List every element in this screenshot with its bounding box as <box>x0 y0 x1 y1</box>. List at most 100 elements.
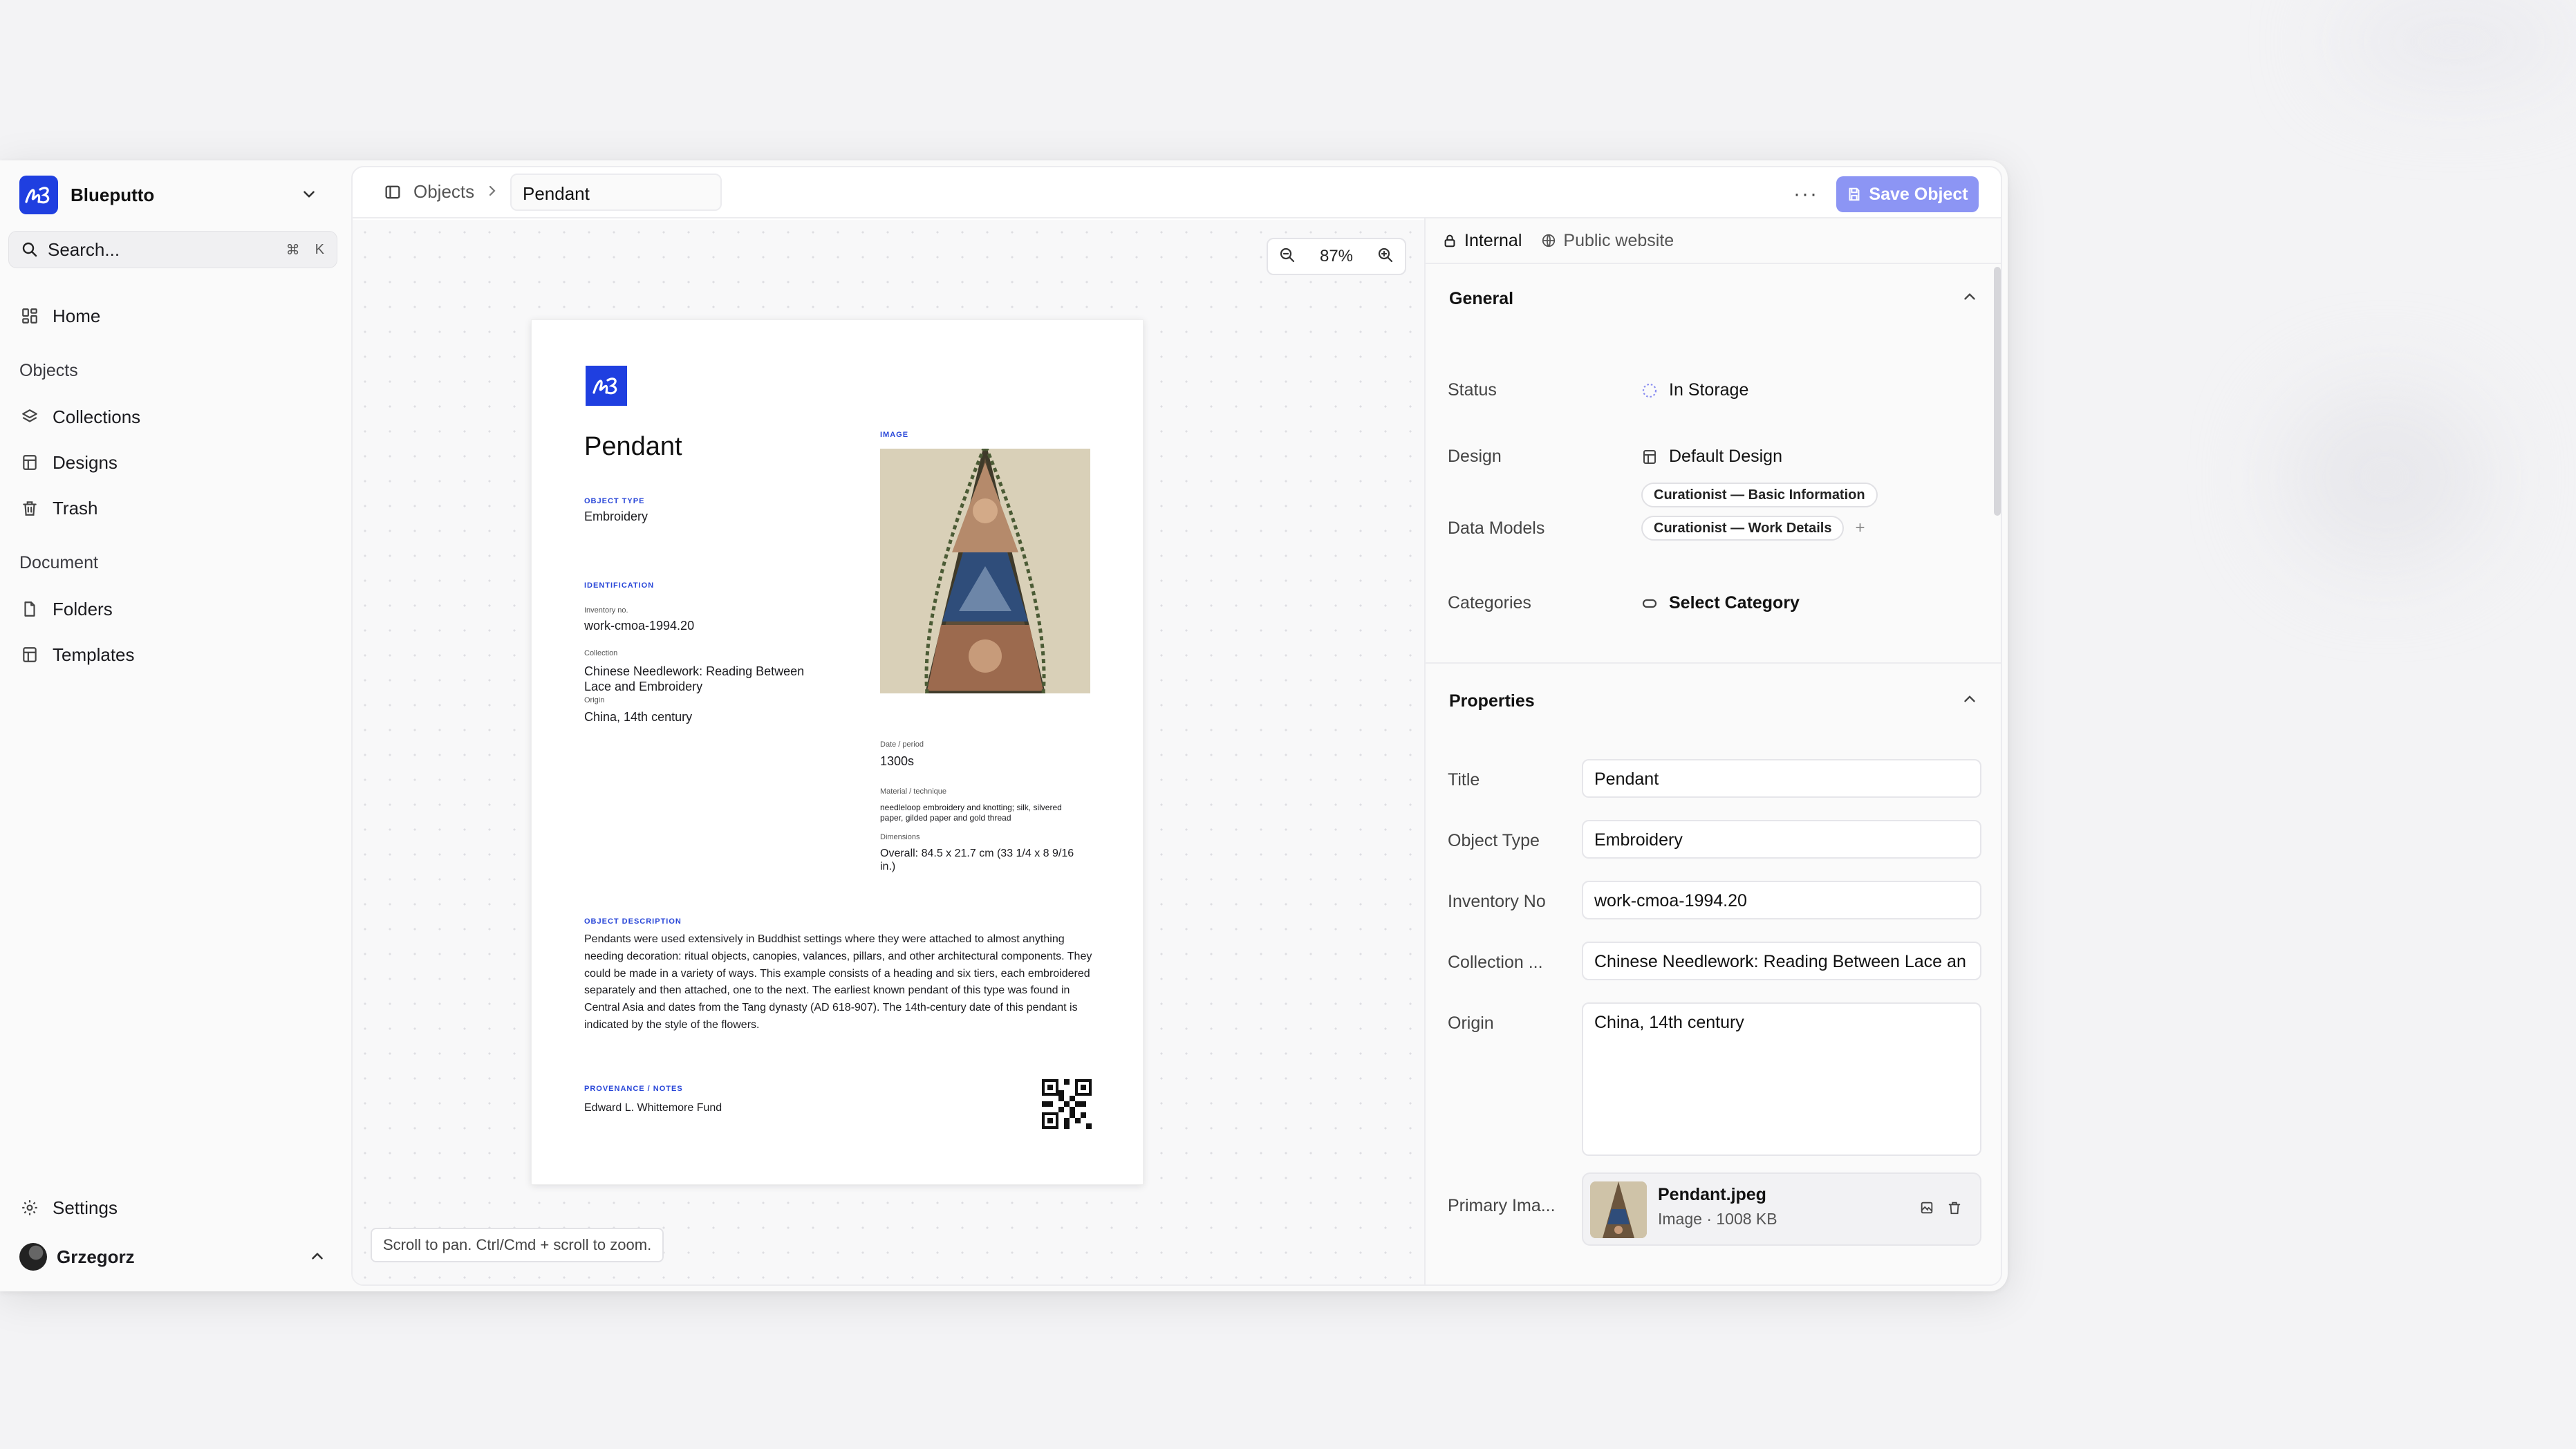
label-material: Material / technique <box>880 787 946 796</box>
collapse-general-icon[interactable] <box>1961 288 1979 309</box>
collapse-properties-icon[interactable] <box>1961 690 1979 711</box>
section-heading-objects: Objects <box>19 361 78 380</box>
categories-label: Categories <box>1448 593 1531 613</box>
kicker-identification: IDENTIFICATION <box>584 581 655 590</box>
zoom-in-icon[interactable] <box>1377 247 1394 267</box>
user-name: Grzegorz <box>57 1246 135 1267</box>
file-icon <box>19 599 40 619</box>
top-bar: Objects Pendant ··· Save Object <box>353 167 2001 218</box>
design-canvas[interactable]: 87% Pendant OBJECT TYPE Embroidery IDENT… <box>353 220 1424 1284</box>
section-properties-title: Properties <box>1449 691 1535 711</box>
inventory-label: Inventory No <box>1448 892 1546 911</box>
label-collection: Collection <box>584 649 618 657</box>
search-icon <box>22 242 37 257</box>
select-category-button[interactable]: Select Category <box>1641 593 1800 613</box>
data-model-chip[interactable]: Curationist — Basic Information <box>1641 483 1878 507</box>
data-model-row: Curationist — Work Details + <box>1641 516 1865 541</box>
primary-image-card[interactable]: Pendant.jpeg Image · 1008 KB <box>1582 1172 1981 1246</box>
sidebar-item-home[interactable]: Home <box>19 297 337 335</box>
shortcut-modifier: ⌘ <box>286 242 300 258</box>
origin-label: Origin <box>1448 1013 1494 1033</box>
user-menu[interactable]: Grzegorz <box>19 1236 335 1278</box>
collection-label: Collection ... <box>1448 953 1543 972</box>
tab-internal[interactable]: Internal <box>1442 231 1522 251</box>
document-page[interactable]: Pendant OBJECT TYPE Embroidery IDENTIFIC… <box>531 319 1144 1185</box>
globe-icon <box>1542 234 1556 247</box>
label-inventory: Inventory no. <box>584 606 628 615</box>
collection-input[interactable]: Chinese Needlework: Reading Between Lace… <box>1582 942 1981 980</box>
chevron-right-icon <box>484 183 501 203</box>
search-input[interactable]: Search... ⌘ K <box>8 231 337 268</box>
document-title: Pendant <box>584 432 682 461</box>
sidebar-item-templates[interactable]: Templates <box>19 636 337 673</box>
sidebar-item-label: Home <box>53 305 101 326</box>
sidebar-item-designs[interactable]: Designs <box>19 444 337 481</box>
title-input[interactable]: Pendant <box>1582 759 1981 798</box>
document-logo <box>586 366 627 406</box>
kicker-provenance: PROVENANCE / NOTES <box>584 1085 683 1093</box>
sidebar-item-trash[interactable]: Trash <box>19 489 337 527</box>
section-general-title: General <box>1449 289 1514 308</box>
doc-description: Pendants were used extensively in Buddhi… <box>584 933 1092 1031</box>
workspace-switcher[interactable]: Blueputto <box>19 170 330 220</box>
sidebar-item-settings[interactable]: Settings <box>19 1189 337 1226</box>
object-name-input[interactable]: Pendant <box>510 174 722 211</box>
data-model-chip[interactable]: Curationist — Work Details <box>1641 516 1845 541</box>
doc-date: 1300s <box>880 754 915 768</box>
status-label: Status <box>1448 380 1497 400</box>
status-value: In Storage <box>1669 380 1749 400</box>
sidebar-toggle-icon[interactable] <box>383 183 402 205</box>
gear-icon <box>19 1197 40 1218</box>
file-name: Pendant.jpeg <box>1658 1185 1766 1204</box>
panel-scrollbar[interactable] <box>1994 267 2001 516</box>
design-field[interactable]: Default Design <box>1641 447 1782 467</box>
sidebar-item-folders[interactable]: Folders <box>19 590 337 628</box>
sidebar-item-label: Templates <box>53 644 135 665</box>
zoom-out-icon[interactable] <box>1279 247 1296 267</box>
label-date: Date / period <box>880 740 924 749</box>
template-icon <box>19 452 40 473</box>
layers-icon <box>19 406 40 427</box>
doc-dimensions: Overall: 84.5 x 21.7 cm (33 1/4 x 8 9/16… <box>880 848 1074 873</box>
primary-image-label: Primary Ima... <box>1448 1196 1556 1215</box>
sidebar-item-label: Trash <box>53 497 98 518</box>
section-heading-document: Document <box>19 553 98 572</box>
sidebar-item-collections[interactable]: Collections <box>19 398 337 436</box>
object-type-input[interactable]: Embroidery <box>1582 820 1981 859</box>
status-field[interactable]: In Storage <box>1641 380 1748 400</box>
chevron-up-icon[interactable] <box>308 1247 326 1269</box>
kicker-description: OBJECT DESCRIPTION <box>584 917 682 926</box>
canvas-hint: Scroll to pan. Ctrl/Cmd + scroll to zoom… <box>371 1228 664 1262</box>
origin-textarea[interactable]: China, 14th century <box>1582 1002 1981 1156</box>
chevron-down-icon[interactable] <box>300 185 318 207</box>
zoom-level: 87% <box>1319 247 1354 265</box>
data-models-label: Data Models <box>1448 518 1545 538</box>
design-value: Default Design <box>1669 447 1782 466</box>
inventory-input[interactable]: work-cmoa-1994.20 <box>1582 881 1981 919</box>
main-area: Objects Pendant ··· Save Object 87% Pend… <box>351 166 2002 1286</box>
properties-panel: Internal Public website General Status I… <box>1424 218 2001 1284</box>
sidebar-item-label: Collections <box>53 406 141 427</box>
label-dimensions: Dimensions <box>880 833 920 841</box>
breadcrumb-objects[interactable]: Objects <box>413 181 474 203</box>
app-window: Blueputto Search... ⌘ K Home Objects Col… <box>0 160 2008 1291</box>
more-options-button[interactable]: ··· <box>1793 183 1818 206</box>
tab-public-website[interactable]: Public website <box>1541 231 1674 251</box>
replace-image-icon[interactable] <box>1919 1200 1934 1219</box>
trash-icon <box>19 498 40 518</box>
save-object-button[interactable]: Save Object <box>1836 176 1979 212</box>
kicker-image: IMAGE <box>880 431 909 439</box>
delete-image-icon[interactable] <box>1947 1200 1962 1219</box>
doc-material: needleloop embroidery and knotting; silk… <box>880 803 1062 823</box>
sidebar-item-label: Folders <box>53 598 113 619</box>
shortcut-key: K <box>315 241 324 257</box>
lock-icon <box>1444 234 1455 247</box>
doc-collection: Chinese Needlework: Reading Between Lace… <box>584 664 805 693</box>
add-data-model-button[interactable]: + <box>1855 518 1865 538</box>
qr-code <box>1042 1079 1092 1129</box>
label-origin: Origin <box>584 696 605 704</box>
zoom-control: 87% <box>1267 238 1406 275</box>
doc-object-type: Embroidery <box>584 510 648 523</box>
template-icon <box>19 644 40 665</box>
workspace-logo <box>19 176 58 214</box>
